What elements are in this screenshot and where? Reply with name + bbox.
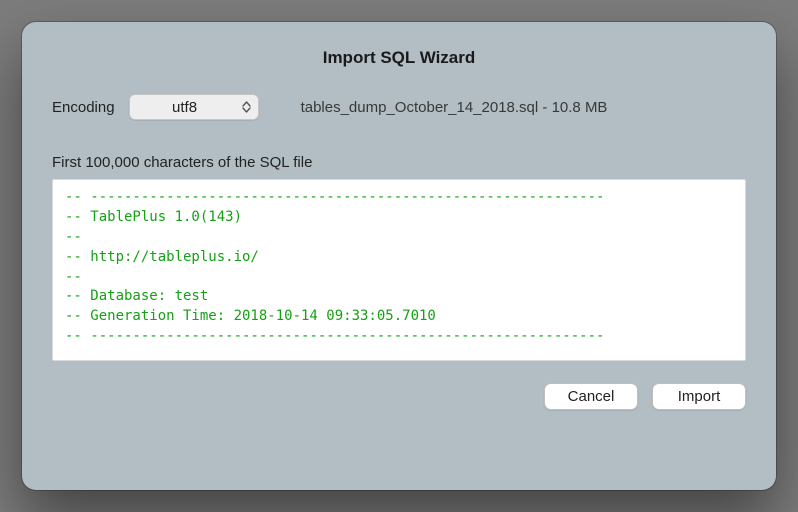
file-size: 10.8 MB [552,99,608,116]
import-sql-wizard-sheet: Import SQL Wizard Encoding utf8 tables_d… [22,22,776,490]
cancel-button[interactable]: Cancel [544,383,638,410]
import-button[interactable]: Import [652,383,746,410]
encoding-select[interactable]: utf8 [129,94,259,120]
file-name: tables_dump_October_14_2018.sql [301,99,539,116]
encoding-select-wrap: utf8 [129,94,259,120]
file-info: tables_dump_October_14_2018.sql - 10.8 M… [301,99,608,116]
dialog-actions: Cancel Import [52,383,746,410]
dialog-title: Import SQL Wizard [52,48,746,68]
encoding-label: Encoding [52,99,115,116]
encoding-select-value: utf8 [172,99,197,116]
encoding-row: Encoding utf8 tables_dump_October_14_201… [52,94,746,120]
preview-label: First 100,000 characters of the SQL file [52,154,746,171]
file-separator: - [538,99,551,116]
sql-preview[interactable]: -- -------------------------------------… [52,179,746,361]
